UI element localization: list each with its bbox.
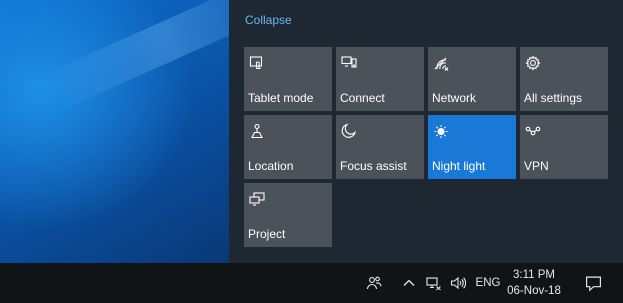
tile-night-light[interactable]: Night light	[428, 115, 516, 179]
clock-date: 06-Nov-18	[507, 285, 561, 297]
network-icon[interactable]	[424, 263, 444, 303]
tile-focus-assist[interactable]: Focus assist	[336, 115, 424, 179]
tile-label: Network	[432, 91, 477, 105]
notification-icon[interactable]	[578, 263, 608, 303]
volume-icon[interactable]	[448, 263, 468, 303]
connect-icon	[340, 54, 358, 72]
location-icon	[248, 122, 266, 140]
taskbar: ENG 3:11 PM 06-Nov-18	[0, 263, 623, 303]
moon-icon	[340, 122, 358, 140]
people-icon[interactable]	[364, 263, 384, 303]
tile-label: All settings	[524, 91, 583, 105]
tile-location[interactable]: Location	[244, 115, 332, 179]
tile-connect[interactable]: Connect	[336, 47, 424, 111]
collapse-link[interactable]: Collapse	[245, 13, 292, 27]
tile-label: Project	[248, 227, 286, 241]
tablet-mode-icon	[248, 54, 266, 72]
tile-label: Location	[248, 159, 294, 173]
tile-label: Connect	[340, 91, 385, 105]
project-icon	[248, 190, 266, 208]
night-light-icon	[432, 122, 450, 140]
tile-vpn[interactable]: VPN	[520, 115, 608, 179]
tile-label: VPN	[524, 159, 549, 173]
clock[interactable]: 3:11 PM 06-Nov-18	[504, 263, 564, 303]
network-icon	[432, 54, 450, 72]
gear-icon	[524, 54, 542, 72]
tile-label: Night light	[432, 159, 486, 173]
vpn-icon	[524, 122, 542, 140]
tile-project[interactable]: Project	[244, 183, 332, 247]
action-center-panel: Collapse Tablet mode Connect Network All…	[229, 0, 623, 263]
clock-time: 3:11 PM	[513, 269, 555, 281]
tile-network[interactable]: Network	[428, 47, 516, 111]
chevron-up-icon[interactable]	[400, 263, 418, 303]
tile-tablet-mode[interactable]: Tablet mode	[244, 47, 332, 111]
language-indicator[interactable]: ENG	[474, 263, 502, 303]
tile-label: Focus assist	[340, 159, 407, 173]
tile-all-settings[interactable]: All settings	[520, 47, 608, 111]
tile-label: Tablet mode	[248, 91, 314, 105]
